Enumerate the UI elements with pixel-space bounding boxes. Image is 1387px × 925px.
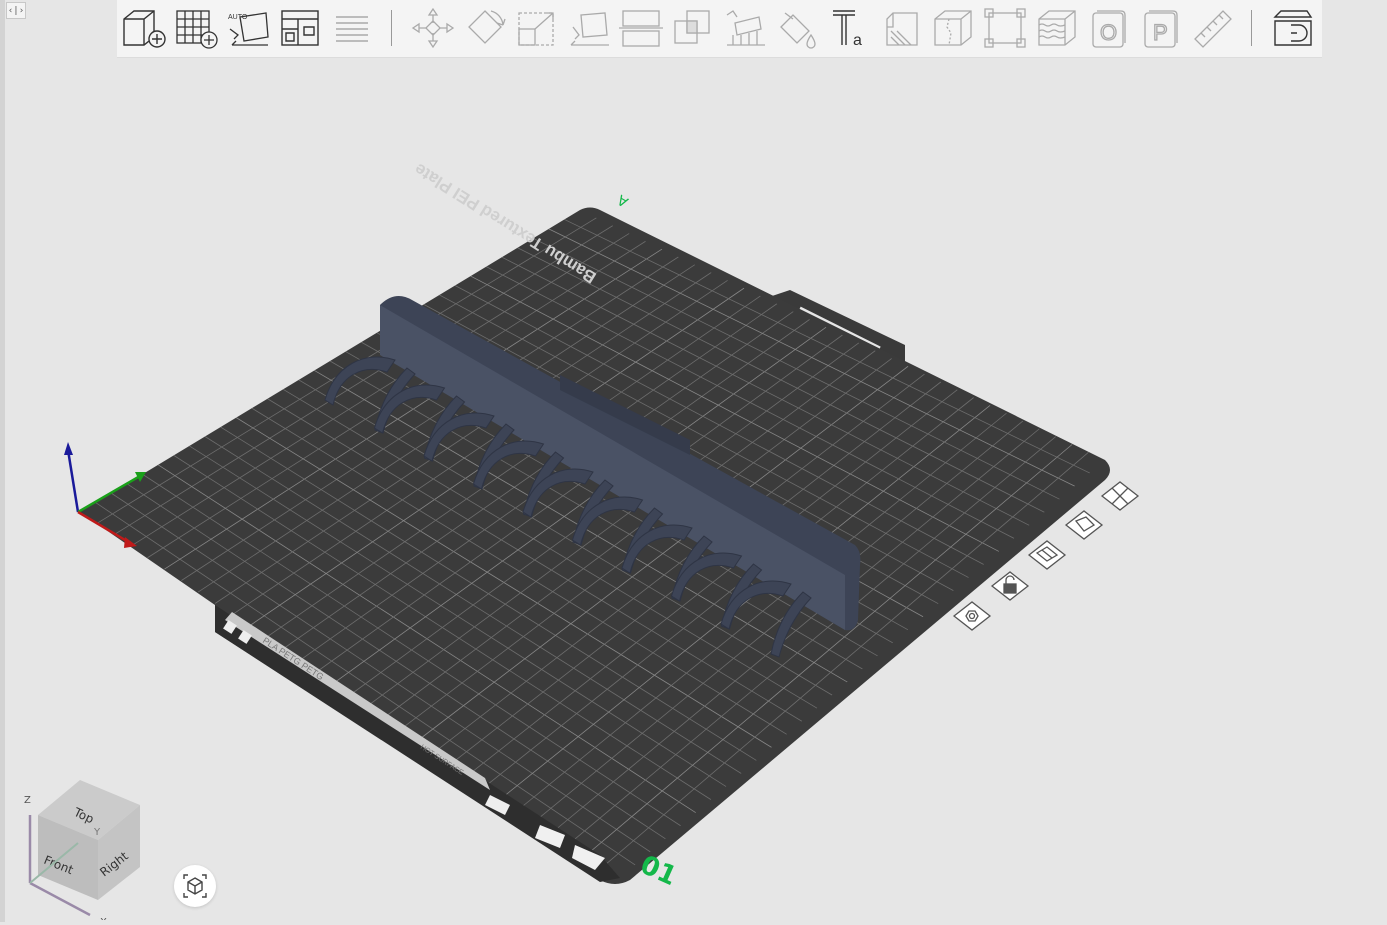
settings-hex-icon [952,601,992,631]
select-plate-icon [1064,510,1104,540]
svg-text:Y: Y [93,827,101,838]
viewport-3d[interactable]: PLA PETG PETG HOT SURFACE Bambu Textured… [0,0,1387,922]
unlock-icon [990,571,1030,601]
plate-origin-marker: A [615,191,632,210]
plate-settings-button[interactable] [950,600,994,632]
zoom-to-fit-button[interactable] [174,865,216,907]
close-icon [1100,481,1140,511]
svg-text:X: X [100,917,107,920]
svg-text:Z: Z [24,795,31,806]
plate-close-button[interactable] [1098,480,1142,512]
plate-arrange-button[interactable] [1025,539,1069,571]
plate-select-button[interactable] [1062,509,1106,541]
arrange-plate-icon [1027,540,1067,570]
view-cube-graphic: Top Front Right Z Y X [24,780,140,925]
view-cube[interactable]: Top Front Right Z Y X [18,775,158,925]
fit-view-icon [183,874,207,898]
plate-lock-button[interactable] [988,570,1032,602]
